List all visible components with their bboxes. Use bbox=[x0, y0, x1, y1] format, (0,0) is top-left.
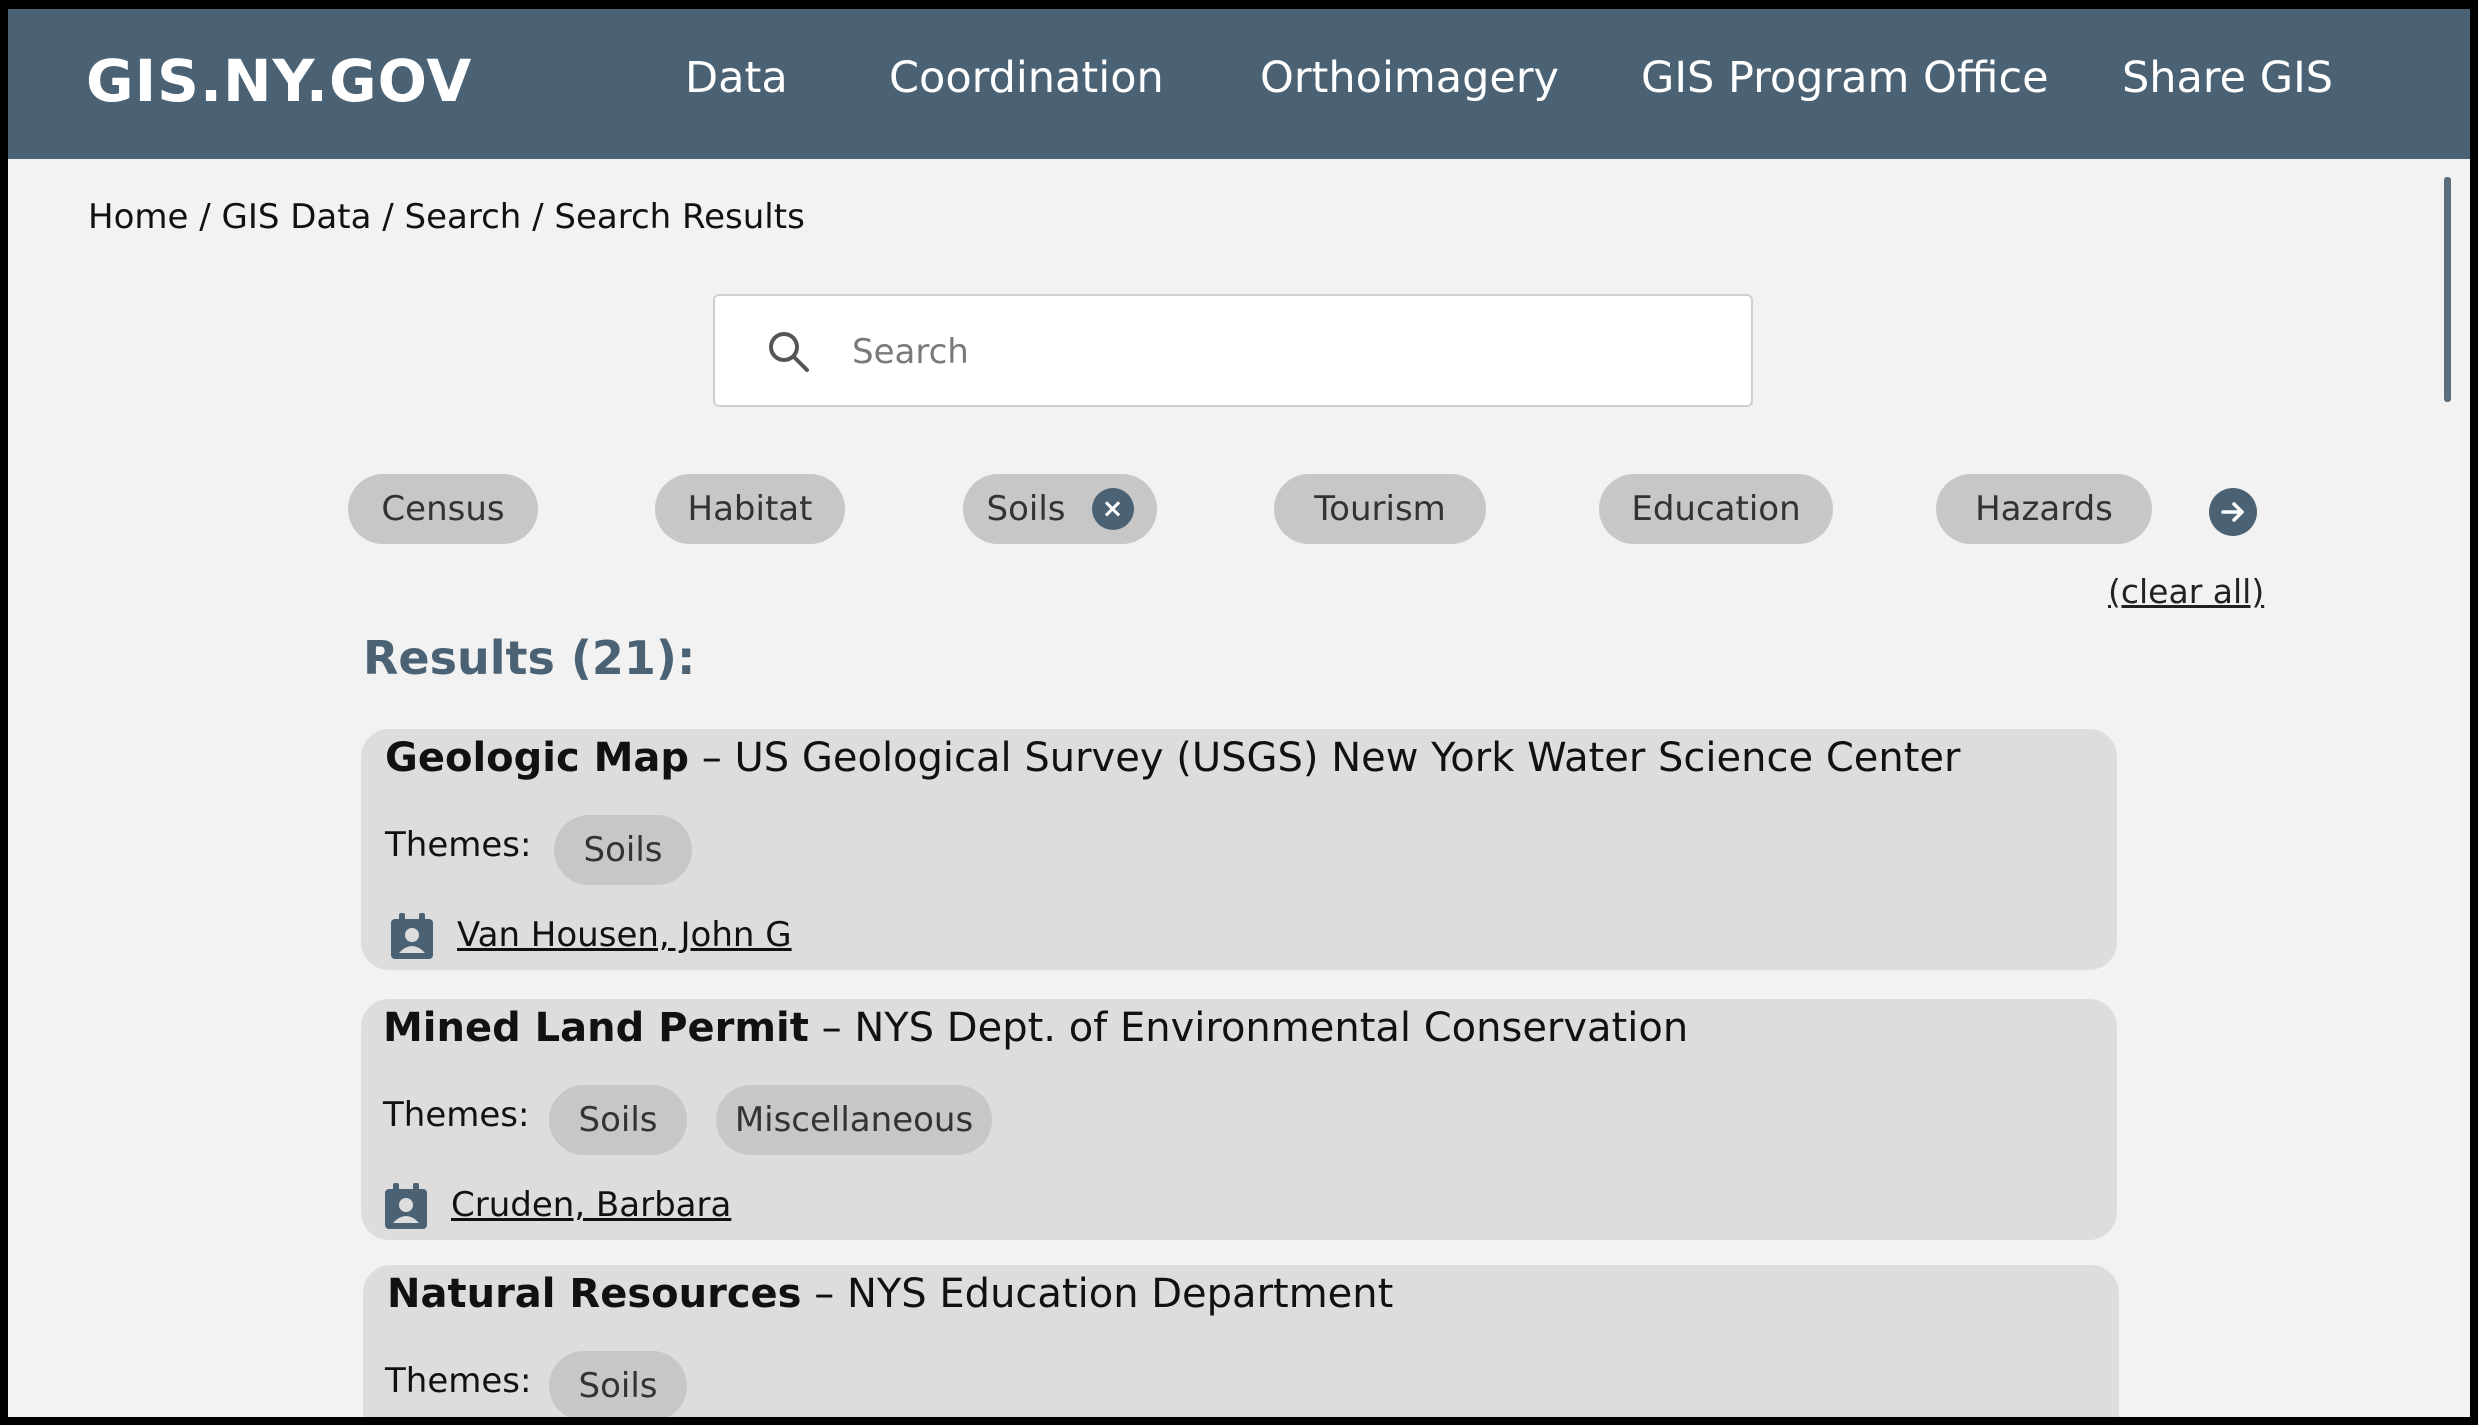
breadcrumb-gis-data[interactable]: GIS Data bbox=[221, 197, 371, 237]
result-org: US Geological Survey (USGS) New York Wat… bbox=[734, 735, 1961, 781]
nav-item-gis-program-office[interactable]: GIS Program Office bbox=[1641, 53, 2049, 103]
theme-chip-miscellaneous[interactable]: Miscellaneous bbox=[716, 1085, 992, 1155]
result-title-dash: – bbox=[801, 1271, 847, 1317]
filter-chip-census[interactable]: Census bbox=[348, 474, 538, 544]
arrow-right-icon[interactable] bbox=[2209, 488, 2257, 536]
themes-label: Themes: bbox=[385, 825, 532, 865]
theme-chip-soils[interactable]: Soils bbox=[549, 1351, 687, 1417]
nav-item-orthoimagery[interactable]: Orthoimagery bbox=[1260, 53, 1559, 103]
result-org: NYS Education Department bbox=[846, 1271, 1394, 1317]
breadcrumb: Home / GIS Data / Search / Search Result… bbox=[88, 197, 805, 237]
page-frame: GIS.NY.GOV Data Coordination Orthoimager… bbox=[8, 9, 2470, 1417]
theme-chip-soils[interactable]: Soils bbox=[549, 1085, 687, 1155]
filter-chip-habitat[interactable]: Habitat bbox=[655, 474, 845, 544]
result-title-dash: – bbox=[808, 1005, 855, 1051]
result-card: Natural Resources – NYS Education Depart… bbox=[363, 1265, 2119, 1417]
result-title-line: Natural Resources – NYS Education Depart… bbox=[387, 1271, 1393, 1317]
result-title-dash: – bbox=[689, 735, 735, 781]
contact-link[interactable]: Van Housen, John G bbox=[457, 915, 792, 955]
contact-card-icon bbox=[389, 913, 435, 965]
contact-card-icon bbox=[383, 1183, 429, 1235]
breadcrumb-home[interactable]: Home bbox=[88, 197, 188, 237]
page-scrollbar[interactable] bbox=[2444, 177, 2451, 402]
nav-item-data[interactable]: Data bbox=[685, 53, 788, 103]
result-title-link[interactable]: Geologic Map bbox=[385, 735, 689, 781]
result-card: Geologic Map – US Geological Survey (USG… bbox=[361, 729, 2117, 970]
filter-chip-label: Habitat bbox=[687, 489, 813, 529]
result-card: Mined Land Permit – NYS Dept. of Environ… bbox=[361, 999, 2117, 1240]
breadcrumb-separator: / bbox=[521, 197, 555, 237]
breadcrumb-search-results: Search Results bbox=[554, 197, 805, 237]
nav-item-coordination[interactable]: Coordination bbox=[889, 53, 1164, 103]
filter-chip-tourism[interactable]: Tourism bbox=[1274, 474, 1486, 544]
search-box[interactable] bbox=[713, 294, 1753, 407]
breadcrumb-separator: / bbox=[371, 197, 405, 237]
filter-chip-education[interactable]: Education bbox=[1599, 474, 1833, 544]
top-navigation-bar: GIS.NY.GOV Data Coordination Orthoimager… bbox=[8, 9, 2470, 159]
breadcrumb-separator: / bbox=[188, 197, 222, 237]
search-icon bbox=[766, 329, 812, 379]
result-title-line: Mined Land Permit – NYS Dept. of Environ… bbox=[383, 1005, 1688, 1051]
filter-chip-label: Soils bbox=[986, 489, 1066, 529]
result-title-link[interactable]: Mined Land Permit bbox=[383, 1005, 809, 1051]
filter-chip-soils-active[interactable]: Soils × bbox=[963, 474, 1157, 544]
theme-chip-soils[interactable]: Soils bbox=[554, 815, 692, 885]
result-title-link[interactable]: Natural Resources bbox=[387, 1271, 802, 1317]
filter-chip-label: Education bbox=[1631, 489, 1801, 529]
filter-chip-label: Tourism bbox=[1314, 489, 1446, 529]
clear-all-link[interactable]: (clear all) bbox=[2108, 572, 2264, 611]
result-org: NYS Dept. of Environmental Conservation bbox=[854, 1005, 1689, 1051]
contact-link[interactable]: Cruden, Barbara bbox=[451, 1185, 731, 1225]
themes-label: Themes: bbox=[383, 1095, 530, 1135]
themes-label: Themes: bbox=[385, 1361, 532, 1401]
breadcrumb-search[interactable]: Search bbox=[405, 197, 522, 237]
search-input[interactable] bbox=[850, 322, 1714, 382]
result-title-line: Geologic Map – US Geological Survey (USG… bbox=[385, 735, 1960, 781]
filter-chip-label: Hazards bbox=[1975, 489, 2113, 529]
close-icon[interactable]: × bbox=[1091, 488, 1134, 530]
nav-item-share-gis[interactable]: Share GIS bbox=[2122, 53, 2333, 103]
results-heading: Results (21): bbox=[363, 631, 696, 685]
filter-chip-label: Census bbox=[381, 489, 505, 529]
site-logo[interactable]: GIS.NY.GOV bbox=[86, 47, 472, 115]
filter-chip-hazards[interactable]: Hazards bbox=[1936, 474, 2152, 544]
